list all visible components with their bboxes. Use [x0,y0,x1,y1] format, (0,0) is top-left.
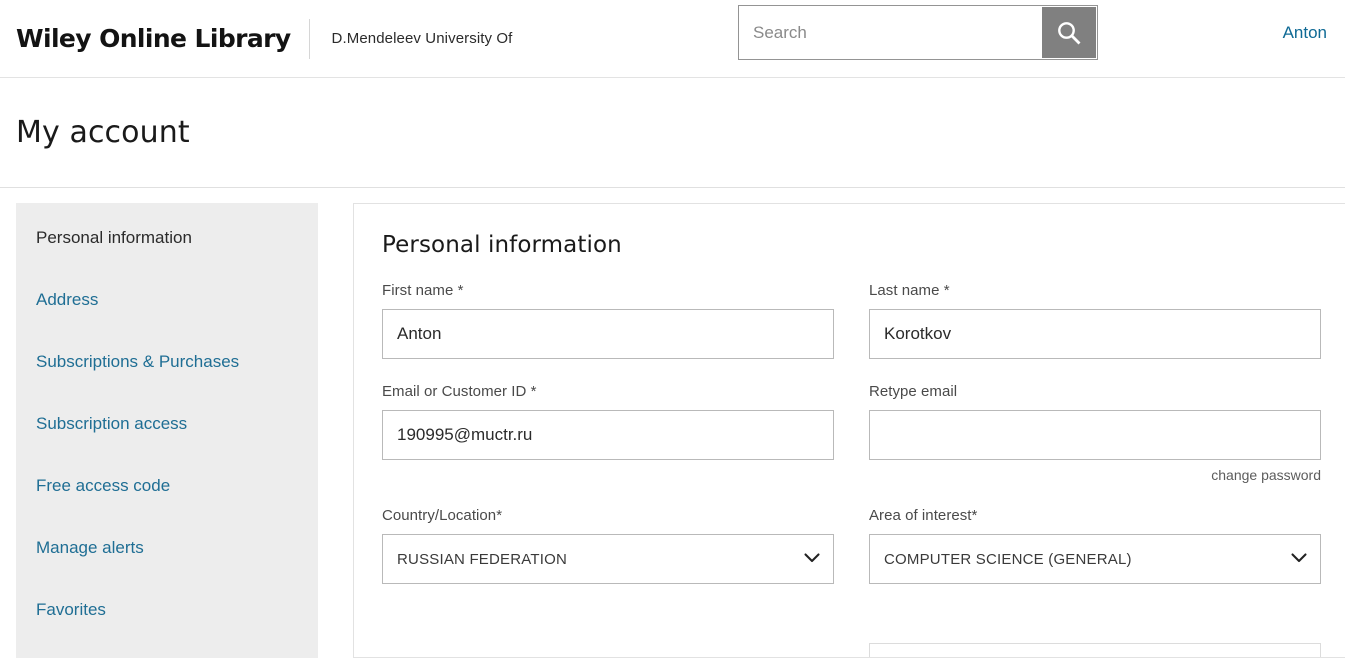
retype-email-label: Retype email [869,383,958,400]
wiley-online-library-logo[interactable]: Wiley Online Library [16,26,291,51]
field-last-name: Last name * [869,282,1321,359]
field-first-name: First name * [382,282,834,359]
area-of-interest-select-wrap[interactable]: COMPUTER SCIENCE (GENERAL) [869,534,1321,584]
site-header: Wiley Online Library D.Mendeleev Univers… [0,0,1345,78]
country-location-select[interactable]: RUSSIAN FEDERATION [382,534,834,584]
personal-information-form: First name * Last name * Email or Custom… [382,282,1345,608]
field-area-of-interest: Area of interest* COMPUTER SCIENCE (GENE… [869,507,1321,584]
search-button[interactable] [1042,7,1096,58]
search-icon [1054,18,1084,48]
field-retype-email: Retype email change password [869,383,1321,483]
search-bar[interactable] [738,5,1098,60]
next-field-partial[interactable] [869,643,1321,657]
personal-information-panel: Personal information First name * Last n… [353,203,1345,658]
first-name-input[interactable] [382,309,834,359]
sidebar-item-manage-alerts[interactable]: Manage alerts [16,529,318,567]
country-location-select-wrap[interactable]: RUSSIAN FEDERATION [382,534,834,584]
brand-block[interactable]: Wiley Online Library D.Mendeleev Univers… [0,0,512,77]
sidebar-item-subscription-access[interactable]: Subscription access [16,405,318,443]
sidebar-item-free-access-code[interactable]: Free access code [16,467,318,505]
area-of-interest-select[interactable]: COMPUTER SCIENCE (GENERAL) [869,534,1321,584]
retype-email-input[interactable] [869,410,1321,460]
sidebar-item-saved-searches[interactable]: Saved Searches [16,653,318,658]
first-name-label: First name * [382,282,464,299]
country-location-label: Country/Location* [382,507,503,524]
last-name-label: Last name * [869,282,950,299]
area-of-interest-label: Area of interest* [869,507,978,524]
sidebar-item-personal-information[interactable]: Personal information [16,219,318,257]
header-divider [308,18,310,59]
sidebar-item-address[interactable]: Address [16,281,318,319]
page-title: My account [16,115,190,150]
institution-name: D.Mendeleev University Of [331,30,513,47]
email-input[interactable] [382,410,834,460]
sidebar-item-favorites[interactable]: Favorites [16,591,318,629]
field-country-location: Country/Location* RUSSIAN FEDERATION [382,507,834,584]
search-input[interactable] [739,6,1042,59]
email-label: Email or Customer ID * [382,383,537,400]
sidebar-item-subscriptions-purchases[interactable]: Subscriptions & Purchases [16,343,318,381]
page-body: Personal information Address Subscriptio… [0,188,1345,658]
last-name-input[interactable] [869,309,1321,359]
field-email: Email or Customer ID * [382,383,834,483]
account-user-link[interactable]: Anton [1283,23,1327,43]
page-title-bar: My account [0,78,1345,188]
change-password-link[interactable]: change password [869,467,1321,483]
panel-heading: Personal information [382,232,622,258]
account-sidebar: Personal information Address Subscriptio… [16,203,318,658]
